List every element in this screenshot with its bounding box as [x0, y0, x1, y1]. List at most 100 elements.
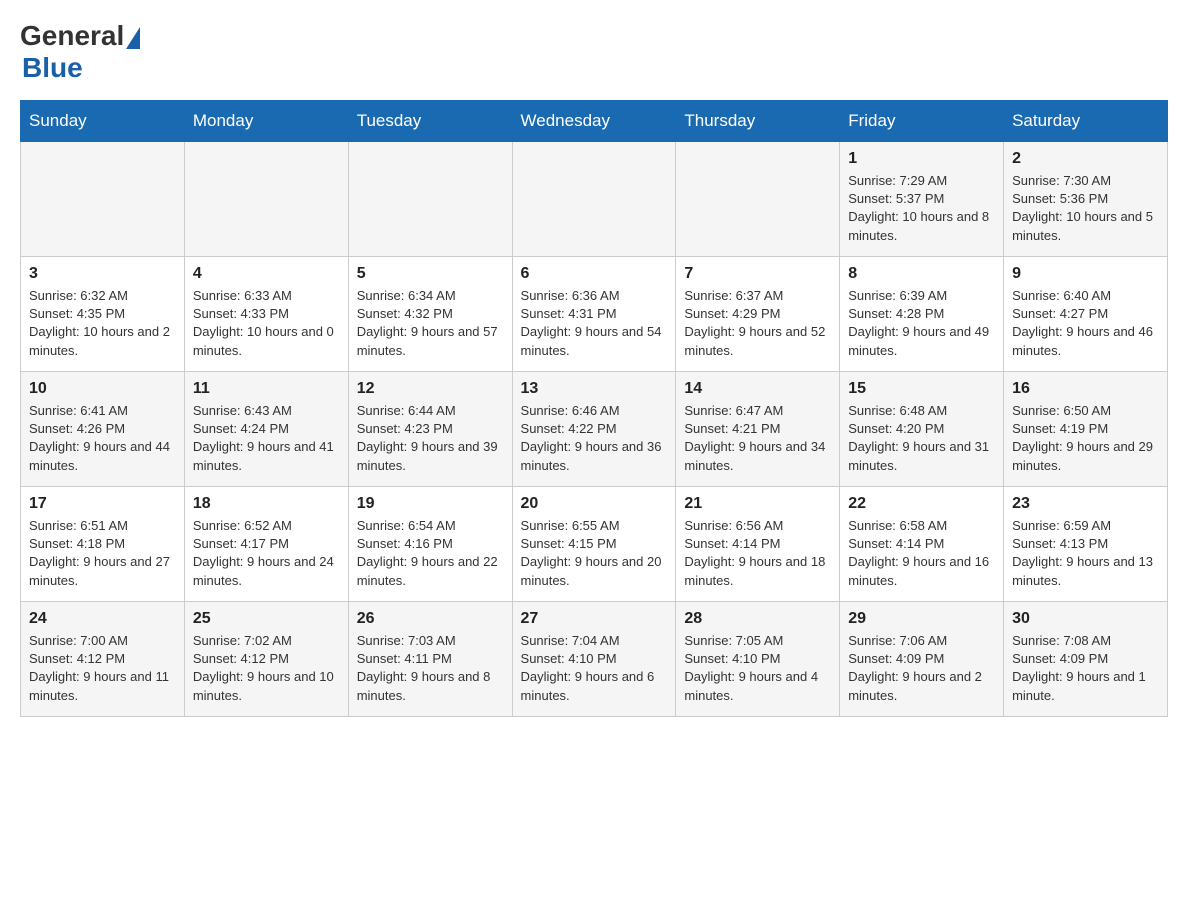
calendar-cell: 15Sunrise: 6:48 AM Sunset: 4:20 PM Dayli… — [840, 372, 1004, 487]
day-number: 4 — [193, 265, 340, 283]
day-number: 5 — [357, 265, 504, 283]
logo-general-text: General — [20, 20, 124, 52]
calendar-cell: 12 Sunrise: 6:44 AM Sunset: 4:23 PM Dayli… — [348, 372, 512, 487]
day-number: 23 — [1012, 495, 1159, 513]
calendar-cell: 24Sunrise: 7:00 AM Sunset: 4:12 PM Dayli… — [21, 602, 185, 717]
day-number: 3 — [29, 265, 176, 283]
page-header: General Blue — [20, 20, 1168, 84]
day-number: 9 — [1012, 265, 1159, 283]
calendar-cell — [676, 142, 840, 257]
day-number: 19 — [357, 495, 504, 513]
calendar-cell: 4 Sunrise: 6:33 AM Sunset: 4:33 PM Daylig… — [184, 257, 348, 372]
day-info: Sunrise: 7:02 AM Sunset: 4:12 PM Dayligh… — [193, 632, 340, 705]
day-number: 25 — [193, 610, 340, 628]
calendar-cell: 20 Sunrise: 6:55 AM Sunset: 4:15 PM Dayli… — [512, 487, 676, 602]
weekday-header-row: SundayMondayTuesdayWednesdayThursdayFrid… — [21, 101, 1168, 142]
day-number: 16 — [1012, 380, 1159, 398]
day-number: 12 — [357, 380, 504, 398]
calendar-cell: 7 Sunrise: 6:37 AM Sunset: 4:29 PM Daylig… — [676, 257, 840, 372]
weekday-header-tuesday: Tuesday — [348, 101, 512, 142]
day-number: 2 — [1012, 150, 1159, 168]
calendar-row-3: 10 Sunrise: 6:41 AM Sunset: 4:26 PM Dayli… — [21, 372, 1168, 487]
day-number: 22 — [848, 495, 995, 513]
day-number: 26 — [357, 610, 504, 628]
calendar-row-1: 1Sunrise: 7:29 AM Sunset: 5:37 PM Daylig… — [21, 142, 1168, 257]
calendar-table: SundayMondayTuesdayWednesdayThursdayFrid… — [20, 100, 1168, 717]
day-number: 20 — [521, 495, 668, 513]
day-info: Sunrise: 7:04 AM Sunset: 4:10 PM Dayligh… — [521, 632, 668, 705]
weekday-header-wednesday: Wednesday — [512, 101, 676, 142]
day-info: Sunrise: 6:34 AM Sunset: 4:32 PM Dayligh… — [357, 287, 504, 360]
day-info: Sunrise: 6:55 AM Sunset: 4:15 PM Dayligh… — [521, 517, 668, 590]
logo-triangle-icon — [126, 27, 140, 49]
calendar-cell: 22 Sunrise: 6:58 AM Sunset: 4:14 PM Dayli… — [840, 487, 1004, 602]
day-number: 1 — [848, 150, 995, 168]
calendar-cell: 27 Sunrise: 7:04 AM Sunset: 4:10 PM Dayli… — [512, 602, 676, 717]
calendar-cell: 28Sunrise: 7:05 AM Sunset: 4:10 PM Dayli… — [676, 602, 840, 717]
day-info: Sunrise: 6:58 AM Sunset: 4:14 PM Dayligh… — [848, 517, 995, 590]
logo: General Blue — [20, 20, 140, 84]
day-info: Sunrise: 6:40 AM Sunset: 4:27 PM Dayligh… — [1012, 287, 1159, 360]
day-number: 24 — [29, 610, 176, 628]
calendar-cell: 6 Sunrise: 6:36 AM Sunset: 4:31 PM Daylig… — [512, 257, 676, 372]
calendar-cell: 19 Sunrise: 6:54 AM Sunset: 4:16 PM Dayli… — [348, 487, 512, 602]
day-number: 14 — [684, 380, 831, 398]
calendar-cell: 13Sunrise: 6:46 AM Sunset: 4:22 PM Dayli… — [512, 372, 676, 487]
calendar-cell: 17Sunrise: 6:51 AM Sunset: 4:18 PM Dayli… — [21, 487, 185, 602]
day-number: 11 — [193, 380, 340, 398]
day-number: 21 — [684, 495, 831, 513]
day-info: Sunrise: 6:36 AM Sunset: 4:31 PM Dayligh… — [521, 287, 668, 360]
weekday-header-sunday: Sunday — [21, 101, 185, 142]
day-info: Sunrise: 6:33 AM Sunset: 4:33 PM Dayligh… — [193, 287, 340, 360]
calendar-row-2: 3 Sunrise: 6:32 AM Sunset: 4:35 PM Daylig… — [21, 257, 1168, 372]
day-info: Sunrise: 6:39 AM Sunset: 4:28 PM Dayligh… — [848, 287, 995, 360]
logo-blue-text: Blue — [22, 52, 83, 84]
day-info: Sunrise: 6:50 AM Sunset: 4:19 PM Dayligh… — [1012, 402, 1159, 475]
calendar-cell: 16 Sunrise: 6:50 AM Sunset: 4:19 PM Dayli… — [1004, 372, 1168, 487]
day-info: Sunrise: 7:30 AM Sunset: 5:36 PM Dayligh… — [1012, 172, 1159, 245]
weekday-header-saturday: Saturday — [1004, 101, 1168, 142]
calendar-cell — [184, 142, 348, 257]
day-number: 15 — [848, 380, 995, 398]
day-info: Sunrise: 7:06 AM Sunset: 4:09 PM Dayligh… — [848, 632, 995, 705]
day-number: 7 — [684, 265, 831, 283]
calendar-cell: 21 Sunrise: 6:56 AM Sunset: 4:14 PM Dayli… — [676, 487, 840, 602]
day-number: 6 — [521, 265, 668, 283]
weekday-header-friday: Friday — [840, 101, 1004, 142]
calendar-row-4: 17Sunrise: 6:51 AM Sunset: 4:18 PM Dayli… — [21, 487, 1168, 602]
day-info: Sunrise: 6:43 AM Sunset: 4:24 PM Dayligh… — [193, 402, 340, 475]
weekday-header-thursday: Thursday — [676, 101, 840, 142]
calendar-cell: 30Sunrise: 7:08 AM Sunset: 4:09 PM Dayli… — [1004, 602, 1168, 717]
calendar-cell — [21, 142, 185, 257]
day-number: 13 — [521, 380, 668, 398]
day-info: Sunrise: 7:05 AM Sunset: 4:10 PM Dayligh… — [684, 632, 831, 705]
day-number: 18 — [193, 495, 340, 513]
calendar-row-5: 24Sunrise: 7:00 AM Sunset: 4:12 PM Dayli… — [21, 602, 1168, 717]
day-info: Sunrise: 6:54 AM Sunset: 4:16 PM Dayligh… — [357, 517, 504, 590]
day-info: Sunrise: 6:32 AM Sunset: 4:35 PM Dayligh… — [29, 287, 176, 360]
calendar-cell: 18 Sunrise: 6:52 AM Sunset: 4:17 PM Dayli… — [184, 487, 348, 602]
day-number: 29 — [848, 610, 995, 628]
calendar-cell — [348, 142, 512, 257]
day-info: Sunrise: 6:37 AM Sunset: 4:29 PM Dayligh… — [684, 287, 831, 360]
day-number: 10 — [29, 380, 176, 398]
day-number: 27 — [521, 610, 668, 628]
calendar-cell: 5 Sunrise: 6:34 AM Sunset: 4:32 PM Daylig… — [348, 257, 512, 372]
weekday-header-monday: Monday — [184, 101, 348, 142]
day-info: Sunrise: 6:44 AM Sunset: 4:23 PM Dayligh… — [357, 402, 504, 475]
calendar-cell: 14Sunrise: 6:47 AM Sunset: 4:21 PM Dayli… — [676, 372, 840, 487]
day-info: Sunrise: 6:56 AM Sunset: 4:14 PM Dayligh… — [684, 517, 831, 590]
calendar-cell: 29 Sunrise: 7:06 AM Sunset: 4:09 PM Dayli… — [840, 602, 1004, 717]
calendar-cell: 9 Sunrise: 6:40 AM Sunset: 4:27 PM Daylig… — [1004, 257, 1168, 372]
calendar-cell: 25 Sunrise: 7:02 AM Sunset: 4:12 PM Dayli… — [184, 602, 348, 717]
calendar-cell: 8Sunrise: 6:39 AM Sunset: 4:28 PM Daylig… — [840, 257, 1004, 372]
calendar-cell: 10 Sunrise: 6:41 AM Sunset: 4:26 PM Dayli… — [21, 372, 185, 487]
day-info: Sunrise: 6:52 AM Sunset: 4:17 PM Dayligh… — [193, 517, 340, 590]
calendar-cell — [512, 142, 676, 257]
calendar-cell: 11 Sunrise: 6:43 AM Sunset: 4:24 PM Dayli… — [184, 372, 348, 487]
day-info: Sunrise: 7:03 AM Sunset: 4:11 PM Dayligh… — [357, 632, 504, 705]
day-number: 17 — [29, 495, 176, 513]
day-info: Sunrise: 6:41 AM Sunset: 4:26 PM Dayligh… — [29, 402, 176, 475]
day-info: Sunrise: 7:08 AM Sunset: 4:09 PM Dayligh… — [1012, 632, 1159, 705]
calendar-cell: 23Sunrise: 6:59 AM Sunset: 4:13 PM Dayli… — [1004, 487, 1168, 602]
